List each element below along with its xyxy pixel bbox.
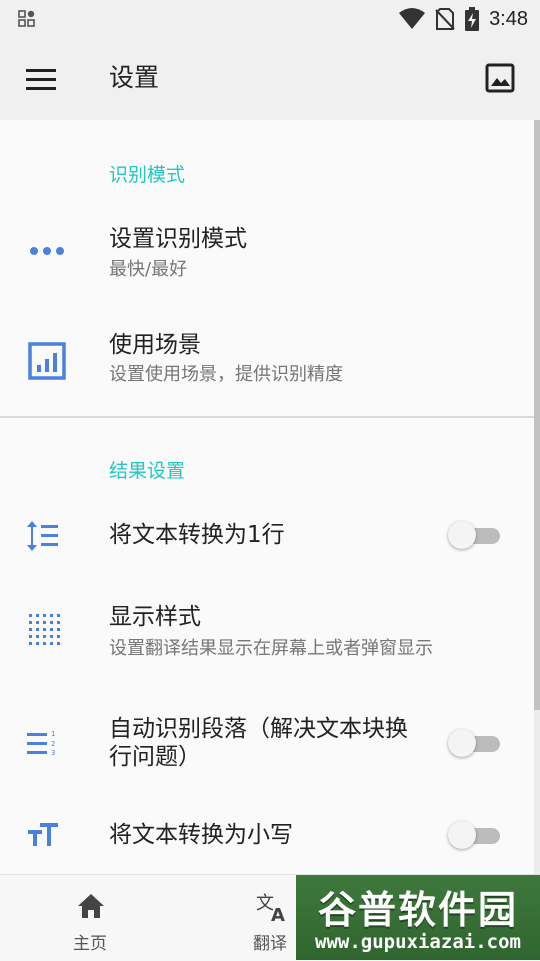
setting-auto-paragraph[interactable]: 1 2 3 自动识别段落（解决文本块换 行问题）: [0, 704, 540, 804]
svg-text:A: A: [271, 905, 285, 923]
hamburger-menu-icon[interactable]: [24, 63, 58, 97]
auto-paragraph-toggle[interactable]: [448, 728, 500, 758]
section-divider: [0, 416, 540, 418]
section-header-recognition-mode: 识别模式: [109, 164, 186, 186]
nav-home[interactable]: 主页: [30, 875, 150, 961]
svg-text:2: 2: [51, 740, 55, 748]
translate-icon: 文 A: [256, 893, 285, 923]
toggle-thumb: [448, 521, 476, 549]
status-icons: 3:48: [399, 6, 528, 32]
toggle-thumb: [448, 821, 476, 849]
dot-grid-icon: [29, 614, 60, 645]
setting-title: 使用场景: [109, 332, 201, 358]
bar-chart-icon: [28, 342, 66, 380]
page-title: 设置: [109, 63, 160, 92]
setting-subtitle: 最快/最好: [109, 259, 188, 280]
watermark-title: 谷普软件园: [317, 888, 518, 932]
watermark-url: www.gupuxiazai.com: [315, 931, 521, 953]
section-header-result-settings: 结果设置: [109, 460, 186, 482]
setting-title-line2: 行问题）: [109, 744, 201, 770]
svg-text:1: 1: [51, 730, 55, 738]
text-size-icon: [28, 823, 58, 846]
status-time: 3:48: [489, 7, 528, 30]
no-sim-icon: [435, 8, 455, 30]
watermark: 谷普软件园 www.gupuxiazai.com: [296, 875, 540, 960]
setting-title: 设置识别模式: [109, 226, 247, 252]
setting-recognition-mode[interactable]: 设置识别模式 最快/最好: [0, 202, 540, 308]
battery-charging-icon: [465, 7, 480, 31]
single-line-toggle[interactable]: [448, 520, 500, 550]
numbered-list-icon: 1 2 3: [27, 730, 55, 757]
setting-title: 自动识别段落（解决文本块换: [109, 716, 408, 742]
scrollbar-thumb[interactable]: [534, 120, 540, 710]
more-horizontal-icon: [30, 247, 64, 255]
setting-display-style[interactable]: 显示样式 设置翻译结果显示在屏幕上或者弹窗显示: [0, 590, 540, 690]
image-icon[interactable]: [484, 62, 516, 94]
svg-text:3: 3: [51, 749, 55, 757]
setting-single-line[interactable]: 将文本转换为1行: [0, 500, 540, 570]
wifi-icon: [399, 8, 426, 29]
app-bar: 设置: [0, 38, 540, 120]
setting-title: 将文本转换为1行: [109, 522, 285, 548]
nav-home-label: 主页: [73, 934, 107, 954]
lowercase-toggle[interactable]: [448, 820, 500, 850]
setting-subtitle: 设置翻译结果显示在屏幕上或者弹窗显示: [109, 638, 433, 659]
setting-lowercase[interactable]: 将文本转换为小写: [0, 806, 540, 874]
toggle-thumb: [448, 729, 476, 757]
home-icon: [78, 894, 104, 918]
settings-list: 识别模式 设置识别模式 最快/最好 使用场景 设置使用场景，提供识别精度 结果设…: [0, 120, 540, 874]
status-bar: 3:48: [0, 0, 540, 38]
setting-title: 将文本转换为小写: [109, 822, 293, 848]
line-spacing-icon: [27, 521, 58, 551]
apps-grid-icon: [18, 10, 35, 27]
setting-usage-scene[interactable]: 使用场景 设置使用场景，提供识别精度: [0, 314, 540, 414]
setting-subtitle: 设置使用场景，提供识别精度: [109, 364, 343, 385]
setting-title: 显示样式: [109, 604, 201, 630]
scrollbar[interactable]: [534, 120, 540, 874]
